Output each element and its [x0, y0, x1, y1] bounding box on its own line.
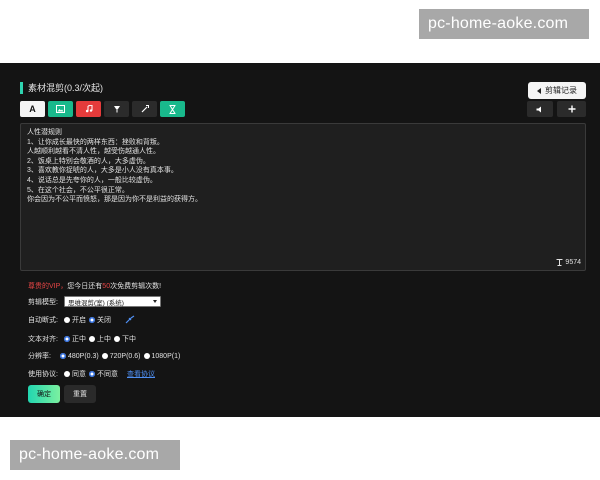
hourglass-icon [169, 104, 176, 114]
radio-dot [101, 353, 108, 359]
auto-break-label: 自动断式: [28, 317, 58, 324]
disagree-label: 不同意 [97, 371, 118, 378]
reset-button[interactable]: 重置 [64, 385, 96, 403]
vip-suffix: 次免费剪辑次数! [110, 283, 162, 290]
script-line: 人性潜规则 [27, 129, 62, 136]
resolution-label: 分辨率: [28, 353, 51, 360]
align-top-radio[interactable]: 上中 [89, 334, 111, 344]
radio-dot-selected [64, 336, 70, 342]
align-top-label: 上中 [97, 336, 111, 343]
script-line: 人越顺利越看不清人性，越受伤越通人性。 [27, 148, 160, 156]
wand-icon [141, 105, 149, 113]
text-tool-button[interactable]: A [20, 101, 45, 117]
radio-dot-selected [60, 353, 66, 359]
link-icon[interactable] [124, 315, 136, 325]
page-title: 素材混剪(0.3/次起) [20, 82, 103, 94]
auto-off-radio[interactable]: 关闭 [89, 315, 111, 325]
res-480-radio[interactable]: 480P(0.3) [60, 353, 99, 360]
res-480-label: 480P(0.3) [68, 352, 99, 360]
model-select[interactable]: 思维混剪(室) (系统) [64, 296, 161, 307]
edit-record-label: 剪辑记录 [545, 86, 577, 95]
align-center-radio[interactable]: 正中 [64, 334, 86, 344]
script-line: 2、饭桌上特别会敬酒的人，大多虚伪。 [27, 157, 150, 165]
auto-break-row: 自动断式: 开启 关闭 [28, 315, 136, 325]
auto-on-radio[interactable]: 开启 [64, 315, 86, 325]
vip-count: 50 [102, 283, 111, 290]
align-label: 文本对齐: [28, 336, 58, 343]
res-1080-radio[interactable]: 1080P(1) [143, 352, 181, 360]
view-agreement-link[interactable]: 查看协议 [127, 369, 155, 379]
hourglass-tool-button[interactable] [160, 101, 185, 117]
watermark-top: pc-home-aoke.com [419, 9, 589, 39]
res-720-label: 720P(0.6) [109, 352, 141, 360]
radio-dot [114, 336, 120, 342]
agreement-row: 使用协议: 同意 不同意 查看协议 [28, 369, 155, 379]
wand-tool-button[interactable] [132, 101, 157, 117]
resolution-row: 分辨率: 480P(0.3) 720P(0.6) 1080P(1) [28, 351, 183, 361]
radio-dot [89, 336, 95, 342]
agree-label: 同意 [72, 371, 86, 378]
text-tool-glyph: A [29, 104, 36, 114]
pin-tool-button[interactable] [104, 101, 129, 117]
radio-dot [64, 317, 70, 323]
music-tool-button[interactable] [76, 101, 101, 117]
script-line: 3、喜欢教你捉唬的人，大多是小人没有真本事。 [27, 167, 178, 175]
vip-prefix: 尊贵的VIP， [28, 283, 68, 290]
watermark-bottom: pc-home-aoke.com [10, 440, 180, 470]
agree-radio[interactable]: 同意 [64, 369, 86, 379]
chevron-down-icon [153, 300, 157, 303]
align-center-label: 正中 [72, 336, 86, 343]
agreement-label: 使用协议: [28, 371, 58, 378]
res-1080-label: 1080P(1) [151, 352, 181, 360]
auto-on-label: 开启 [72, 317, 86, 324]
script-textarea[interactable]: 人性潜规则 1、让你成长最快的两样东西：挫败和背叛。 人越顺利越看不清人性，越受… [20, 123, 586, 271]
caret-left-icon [537, 87, 541, 94]
image-tool-button[interactable] [48, 101, 73, 117]
volume-button[interactable] [527, 101, 553, 117]
music-icon [85, 105, 92, 113]
script-line: 5、在这个社会，不公平很正常。 [27, 186, 129, 194]
script-line: 4、说话总是先夸你的人，一般比较虚伪。 [27, 176, 157, 184]
res-720-radio[interactable]: 720P(0.6) [101, 352, 141, 360]
radio-dot [64, 371, 70, 377]
plus-icon [568, 105, 575, 113]
char-counter: 9574 [556, 259, 581, 266]
editor-panel: 素材混剪(0.3/次起) 剪辑记录 A 人性潜规则 1、让你成长最快的两样东西：… [0, 63, 600, 417]
edit-record-button[interactable]: 剪辑记录 [528, 82, 586, 99]
radio-dot-selected [89, 317, 95, 323]
auto-off-label: 关闭 [97, 317, 111, 324]
script-line: 1、让你成长最快的两样东西：挫败和背叛。 [27, 138, 164, 146]
disagree-radio[interactable]: 不同意 [89, 369, 118, 379]
confirm-button[interactable]: 确定 [28, 385, 60, 403]
image-icon [56, 105, 65, 113]
volume-icon [536, 106, 541, 112]
model-row: 剪辑模型: 思维混剪(室) (系统) [28, 296, 161, 307]
text-count-icon [556, 259, 563, 266]
model-label: 剪辑模型: [28, 298, 58, 306]
model-select-value: 思维混剪(室) (系统) [68, 299, 124, 307]
pin-icon [113, 106, 120, 113]
radio-dot-selected [89, 371, 95, 377]
char-count: 9574 [565, 259, 581, 266]
align-bottom-label: 下中 [122, 336, 136, 343]
vip-middle: 您今日还有 [67, 283, 103, 290]
align-row: 文本对齐: 正中 上中 下中 [28, 334, 139, 344]
align-bottom-radio[interactable]: 下中 [114, 334, 136, 344]
radio-dot [143, 353, 150, 359]
script-line: 你会因为不公平而愤怒，那是因为你不是利益的获得方。 [27, 196, 202, 204]
vip-notice: 尊贵的VIP，您今日还有50次免费剪辑次数! [28, 281, 161, 291]
add-button[interactable] [557, 101, 586, 117]
